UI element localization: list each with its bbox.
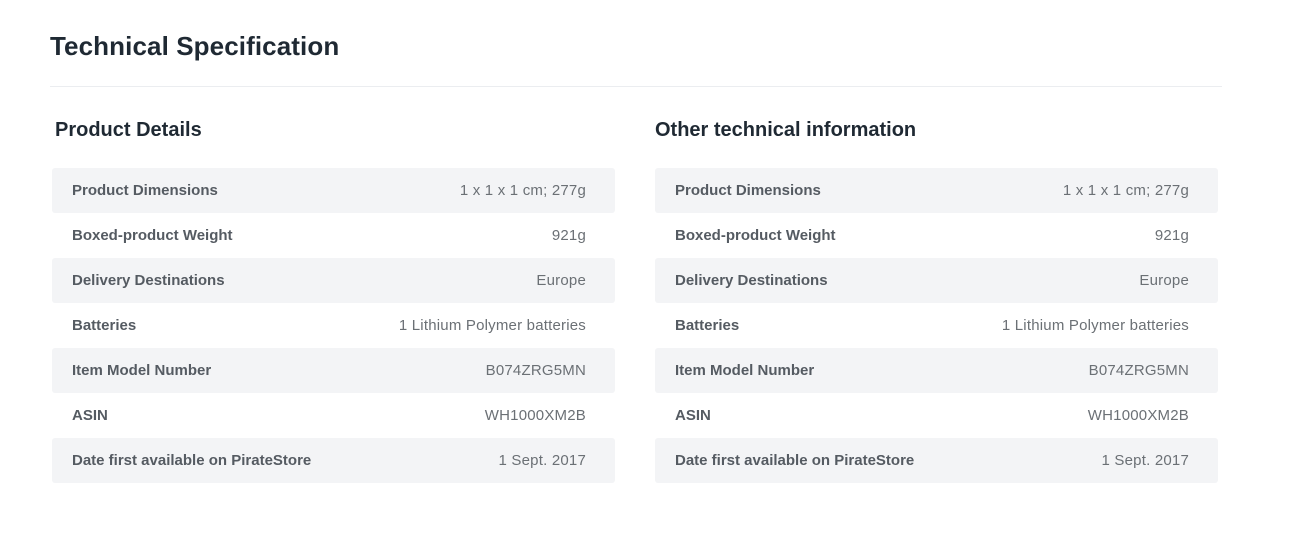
spec-value: Europe (536, 272, 586, 289)
spec-label: ASIN (675, 407, 711, 424)
spec-row-item-model-number: Item Model Number B074ZRG5MN (655, 348, 1218, 393)
spec-row-asin: ASIN WH1000XM2B (52, 393, 615, 438)
spec-label: Product Dimensions (675, 182, 821, 199)
spec-value: 1 x 1 x 1 cm; 277g (459, 182, 586, 199)
product-details-table: Product Dimensions 1 x 1 x 1 cm; 277g Bo… (52, 168, 615, 483)
spec-value: B074ZRG5MN (1088, 362, 1189, 379)
spec-label: Boxed-product Weight (675, 227, 836, 244)
other-technical-information-title: Other technical information (655, 119, 917, 141)
product-details-title: Product Details (55, 119, 202, 141)
spec-label: Delivery Destinations (72, 272, 225, 289)
spec-label: Boxed-product Weight (72, 227, 233, 244)
spec-value: 1 Lithium Polymer batteries (1001, 317, 1189, 334)
spec-value: WH1000XM2B (484, 407, 586, 424)
spec-label: ASIN (72, 407, 108, 424)
spec-value: 1 Sept. 2017 (498, 452, 586, 469)
spec-label: Date first available on PirateStore (675, 452, 915, 469)
other-technical-information-panel: Other technical information Product Dime… (655, 116, 1218, 483)
spec-label: Delivery Destinations (675, 272, 828, 289)
spec-label: Item Model Number (675, 362, 815, 379)
spec-label: Date first available on PirateStore (72, 452, 312, 469)
spec-value: 921g (551, 227, 586, 244)
spec-value: 1 x 1 x 1 cm; 277g (1062, 182, 1189, 199)
spec-row-batteries: Batteries 1 Lithium Polymer batteries (52, 303, 615, 348)
spec-value: WH1000XM2B (1087, 407, 1189, 424)
spec-row-delivery-destinations: Delivery Destinations Europe (52, 258, 615, 303)
spec-value: 921g (1154, 227, 1189, 244)
spec-value: Europe (1139, 272, 1189, 289)
product-details-panel: Product Details Product Dimensions 1 x 1… (52, 116, 615, 483)
spec-row-asin: ASIN WH1000XM2B (655, 393, 1218, 438)
spec-row-boxed-product-weight: Boxed-product Weight 921g (52, 213, 615, 258)
spec-label: Product Dimensions (72, 182, 218, 199)
spec-label: Batteries (72, 317, 137, 334)
spec-row-product-dimensions: Product Dimensions 1 x 1 x 1 cm; 277g (52, 168, 615, 213)
header-divider (50, 86, 1222, 87)
other-technical-information-table: Product Dimensions 1 x 1 x 1 cm; 277g Bo… (655, 168, 1218, 483)
spec-value: B074ZRG5MN (485, 362, 586, 379)
spec-row-product-dimensions: Product Dimensions 1 x 1 x 1 cm; 277g (655, 168, 1218, 213)
spec-row-date-first-available: Date first available on PirateStore 1 Se… (655, 438, 1218, 483)
spec-value: 1 Sept. 2017 (1101, 452, 1189, 469)
spec-row-batteries: Batteries 1 Lithium Polymer batteries (655, 303, 1218, 348)
spec-label: Batteries (675, 317, 740, 334)
spec-value: 1 Lithium Polymer batteries (398, 317, 586, 334)
spec-row-item-model-number: Item Model Number B074ZRG5MN (52, 348, 615, 393)
spec-row-boxed-product-weight: Boxed-product Weight 921g (655, 213, 1218, 258)
spec-label: Item Model Number (72, 362, 212, 379)
spec-row-date-first-available: Date first available on PirateStore 1 Se… (52, 438, 615, 483)
page-title: Technical Specification (50, 31, 340, 61)
spec-row-delivery-destinations: Delivery Destinations Europe (655, 258, 1218, 303)
